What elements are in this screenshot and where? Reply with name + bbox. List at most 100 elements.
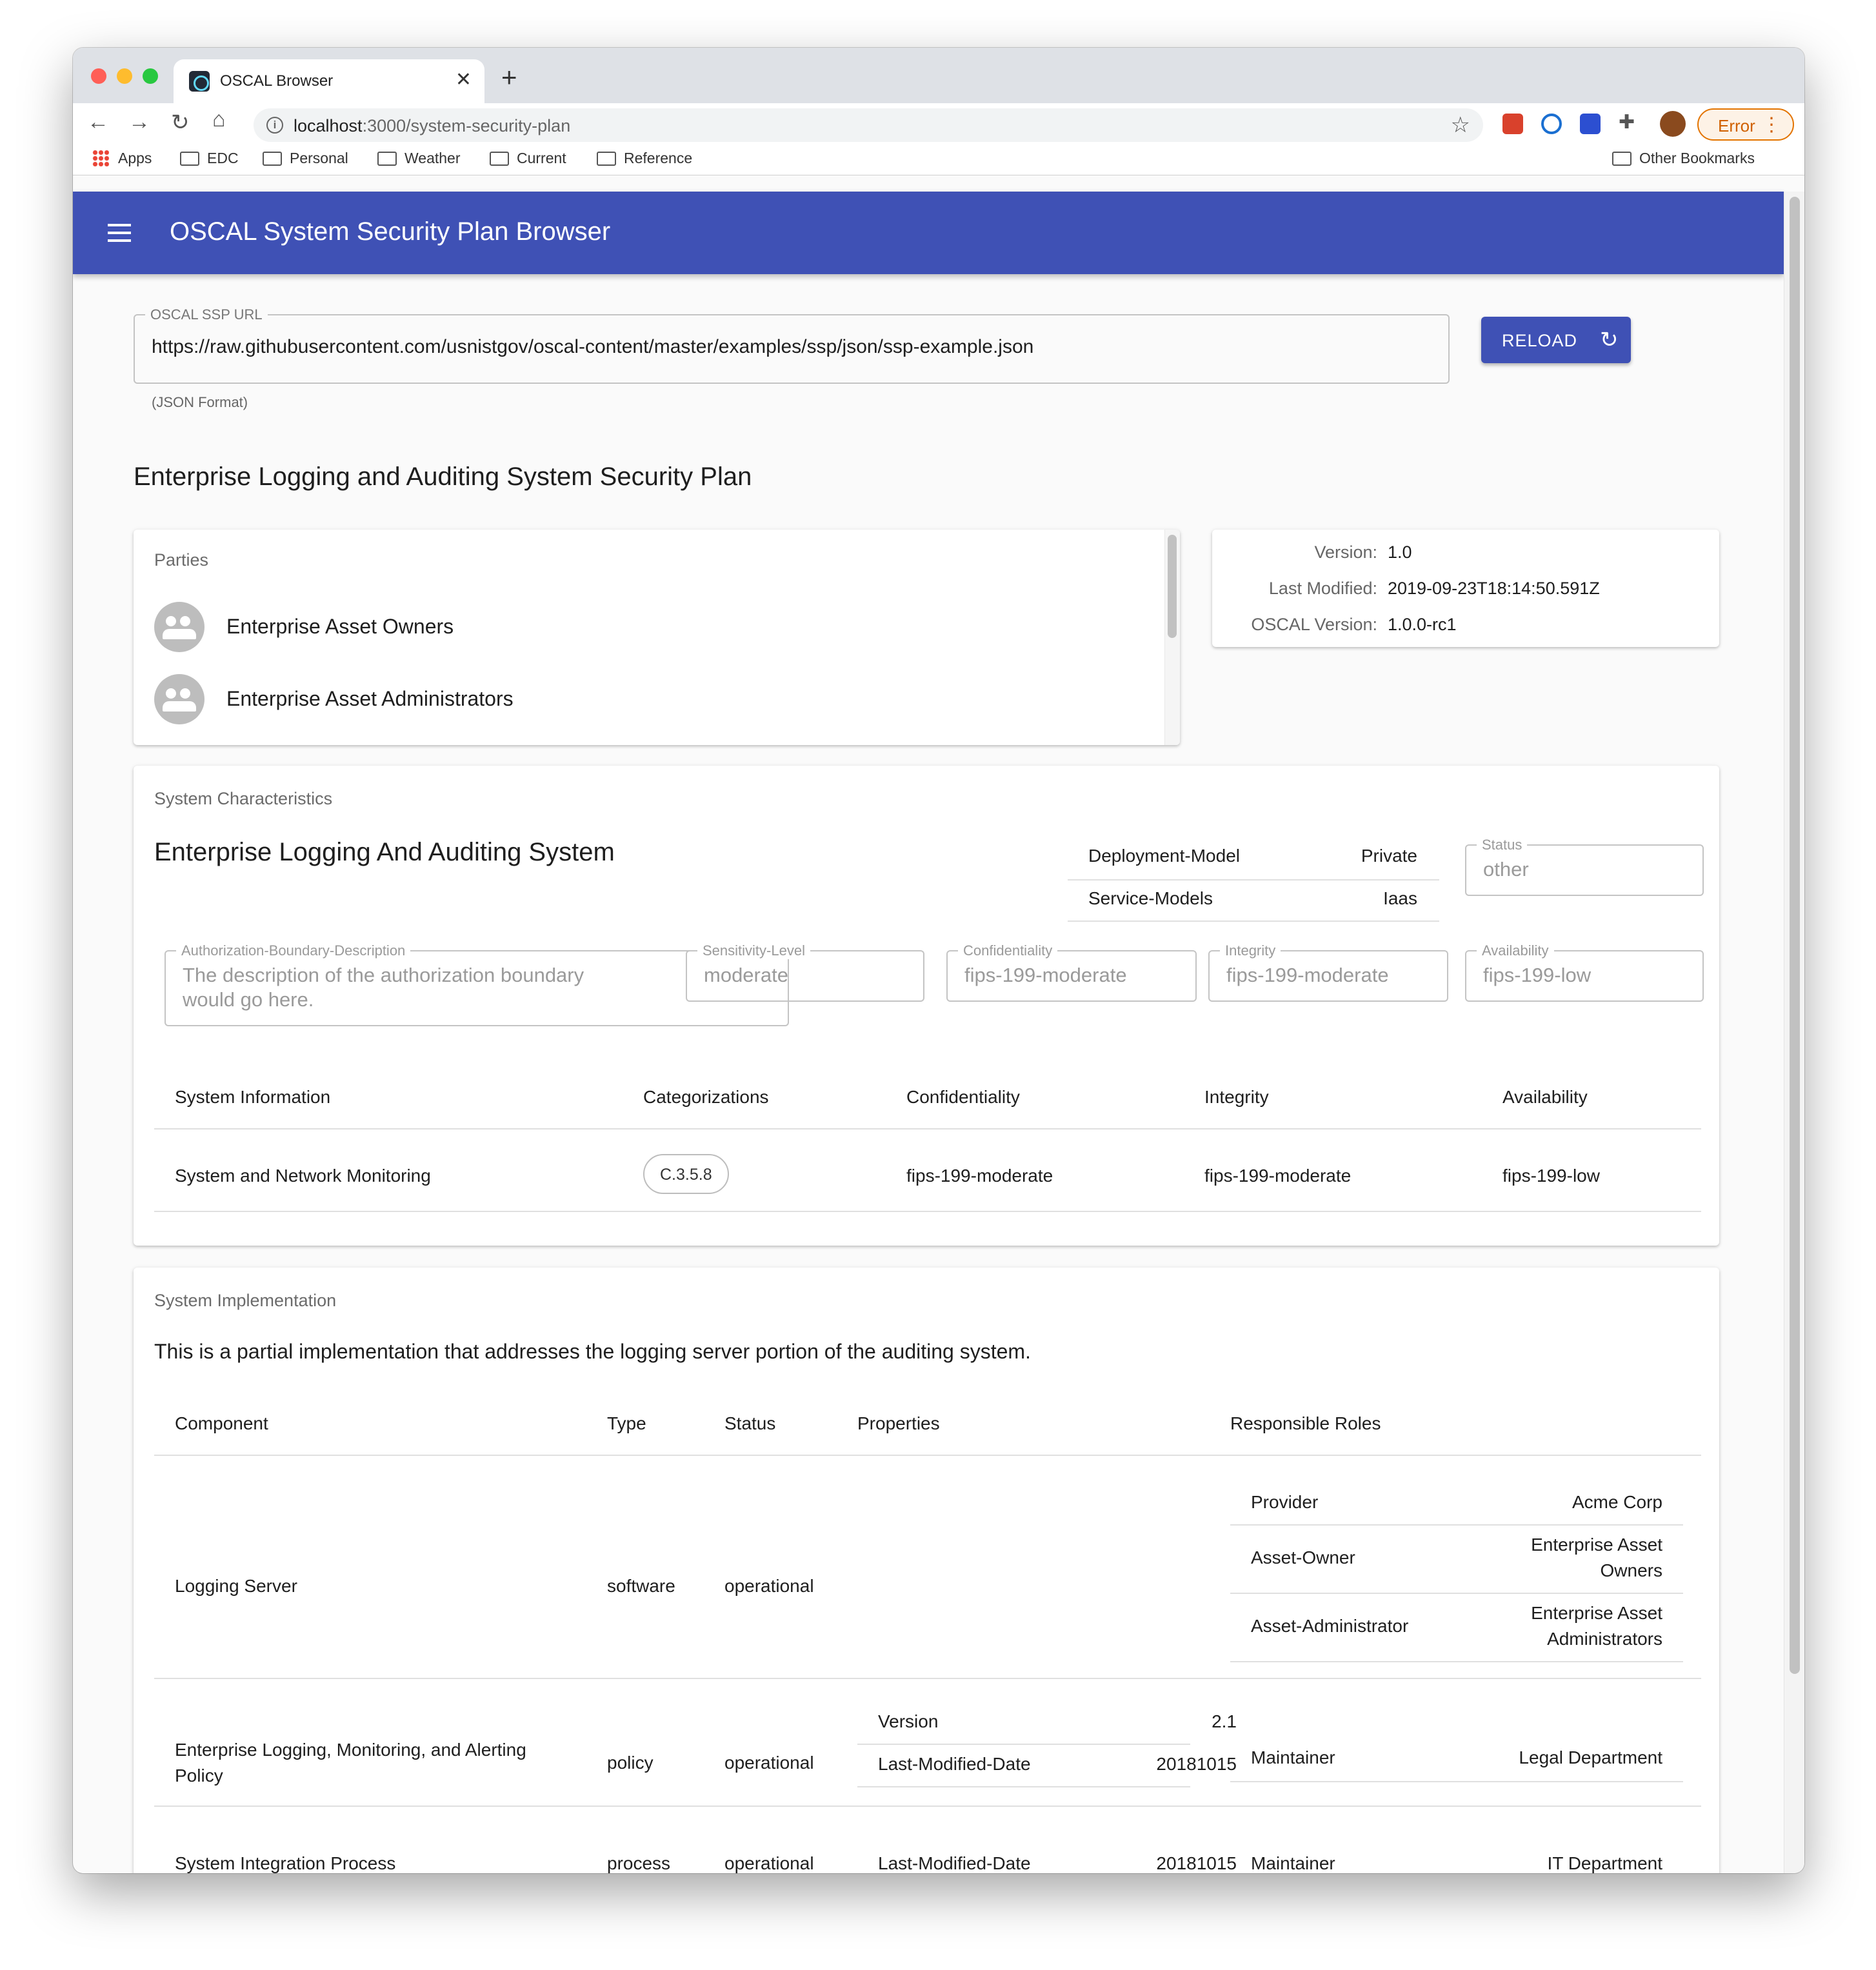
role-name: Maintainer: [1251, 1853, 1335, 1873]
confidentiality-value[interactable]: fips-199-moderate: [964, 963, 1127, 988]
divider: [1230, 1593, 1683, 1594]
browser-toolbar: ← → ↻ ⌂ i localhost:3000/system-security…: [73, 103, 1804, 144]
home-icon[interactable]: ⌂: [212, 107, 226, 132]
column-header-status: Status: [724, 1413, 776, 1433]
divider: [1068, 879, 1439, 881]
info-icon[interactable]: i: [266, 117, 283, 134]
bookmark-current[interactable]: Current: [490, 150, 566, 167]
bookmarks-bar: Apps EDC Personal Weather Current Refere…: [73, 144, 1804, 175]
app-title: OSCAL System Security Plan Browser: [170, 217, 611, 246]
column-header-system-information: System Information: [175, 1087, 331, 1107]
system-implementation-label: System Implementation: [154, 1291, 337, 1310]
reload-icon[interactable]: ↻: [171, 110, 190, 135]
minimize-window-button[interactable]: [117, 68, 132, 84]
property-name: Last-Modified-Date: [878, 1754, 1031, 1774]
parties-card: Parties Enterprise Asset Owners Enterpri…: [134, 530, 1180, 745]
system-information-name: System and Network Monitoring: [175, 1166, 431, 1186]
tab-close-icon[interactable]: ✕: [455, 68, 472, 91]
divider: [154, 1806, 1701, 1807]
availability-label: Availability: [1477, 942, 1554, 959]
folder-icon: [597, 152, 616, 166]
divider: [857, 1786, 1190, 1787]
authorization-boundary-line-1[interactable]: The description of the authorization bou…: [183, 963, 584, 988]
role-party: Legal Department: [1519, 1747, 1662, 1767]
role-party: IT Department: [1547, 1853, 1662, 1873]
back-icon[interactable]: ←: [87, 110, 109, 135]
profile-error-button[interactable]: Error ⋮: [1697, 108, 1794, 141]
integrity-label: Integrity: [1220, 942, 1281, 959]
folder-icon: [490, 152, 509, 166]
forward-icon[interactable]: →: [128, 110, 150, 135]
role-party-line-1: Enterprise Asset: [1531, 1535, 1662, 1555]
version-row: Version: 1.0: [1212, 542, 1719, 564]
property-name: Version: [878, 1711, 939, 1731]
system-characteristics-label: System Characteristics: [154, 789, 333, 808]
address-url[interactable]: localhost:3000/system-security-plan: [294, 116, 570, 136]
folder-icon: [180, 152, 199, 166]
folder-icon: [377, 152, 397, 166]
divider: [154, 1455, 1701, 1456]
sensitivity-level-label: Sensitivity-Level: [697, 942, 810, 959]
role-name: Maintainer: [1251, 1747, 1335, 1767]
browser-tab[interactable]: OSCAL Browser ✕: [174, 59, 484, 104]
categorization-chip[interactable]: C.3.5.8: [643, 1154, 729, 1194]
sensitivity-level-value[interactable]: moderate: [704, 963, 788, 988]
ssp-url-input[interactable]: https://raw.githubusercontent.com/usnist…: [152, 335, 1033, 359]
property-value: 20181015: [1156, 1754, 1237, 1774]
star-icon[interactable]: ☆: [1451, 112, 1470, 138]
browser-window: OSCAL Browser ✕ + ← → ↻ ⌂ i localhost:30…: [73, 48, 1804, 1873]
role-party-line-1: Enterprise Asset: [1531, 1603, 1662, 1623]
oscal-version-label: OSCAL Version:: [1251, 615, 1377, 634]
system-name: Enterprise Logging And Auditing System: [154, 838, 615, 866]
status-field[interactable]: Status other: [1465, 837, 1704, 896]
bookmark-edc[interactable]: EDC: [180, 150, 239, 167]
zoom-window-button[interactable]: [143, 68, 158, 84]
status-value[interactable]: other: [1483, 857, 1529, 882]
extension-red-icon[interactable]: [1502, 114, 1523, 134]
column-header-confidentiality: Confidentiality: [906, 1087, 1020, 1107]
divider: [1230, 1661, 1683, 1662]
page-scrollbar-thumb[interactable]: [1790, 197, 1800, 1674]
parties-scrollbar-thumb[interactable]: [1168, 535, 1177, 638]
profile-avatar[interactable]: [1660, 111, 1686, 137]
authorization-boundary-line-2[interactable]: would go here.: [183, 988, 314, 1012]
parties-scrollbar[interactable]: [1164, 530, 1180, 745]
system-implementation-description: This is a partial implementation that ad…: [154, 1340, 1031, 1363]
bookmark-reference[interactable]: Reference: [597, 150, 692, 167]
integrity-field[interactable]: Integrity fips-199-moderate: [1208, 942, 1448, 1002]
sensitivity-level-field[interactable]: Sensitivity-Level moderate: [686, 942, 924, 1002]
close-window-button[interactable]: [91, 68, 106, 84]
authorization-boundary-label: Authorization-Boundary-Description: [176, 942, 411, 959]
divider: [1230, 1781, 1683, 1782]
password-manager-icon[interactable]: [1541, 114, 1562, 134]
component-name-line-1: Enterprise Logging, Monitoring, and Aler…: [175, 1740, 526, 1760]
bookmark-personal[interactable]: Personal: [263, 150, 348, 167]
component-type: process: [607, 1853, 671, 1873]
availability-field[interactable]: Availability fips-199-low: [1465, 942, 1704, 1002]
property-name: Service-Models: [1088, 888, 1213, 908]
extensions-puzzle-icon[interactable]: ✚: [1619, 111, 1635, 134]
last-modified-row: Last Modified: 2019-09-23T18:14:50.591Z: [1212, 579, 1719, 601]
group-avatar-icon: [154, 602, 205, 652]
role-party-line-2: Owners: [1600, 1560, 1662, 1580]
availability-value[interactable]: fips-199-low: [1483, 963, 1591, 988]
bookmark-apps[interactable]: Apps: [92, 150, 152, 167]
page-scrollbar[interactable]: [1784, 192, 1804, 1873]
address-bar[interactable]: i localhost:3000/system-security-plan ☆: [254, 108, 1483, 142]
other-bookmarks[interactable]: Other Bookmarks: [1612, 150, 1755, 167]
divider: [154, 1678, 1701, 1679]
divider: [154, 1211, 1701, 1212]
reload-button[interactable]: RELOAD ↻: [1481, 317, 1631, 363]
integrity-value[interactable]: fips-199-moderate: [1226, 963, 1389, 988]
component-status: operational: [724, 1576, 814, 1596]
ssp-url-field[interactable]: OSCAL SSP URL https://raw.githubusercont…: [134, 306, 1450, 384]
column-header-integrity: Integrity: [1204, 1087, 1269, 1107]
extension-blue-icon[interactable]: [1580, 114, 1601, 134]
divider: [857, 1744, 1190, 1745]
menu-icon[interactable]: [108, 224, 131, 242]
confidentiality-field[interactable]: Confidentiality fips-199-moderate: [946, 942, 1197, 1002]
new-tab-button[interactable]: +: [501, 62, 517, 93]
bookmark-weather[interactable]: Weather: [377, 150, 461, 167]
divider: [1230, 1524, 1683, 1526]
folder-icon: [263, 152, 282, 166]
